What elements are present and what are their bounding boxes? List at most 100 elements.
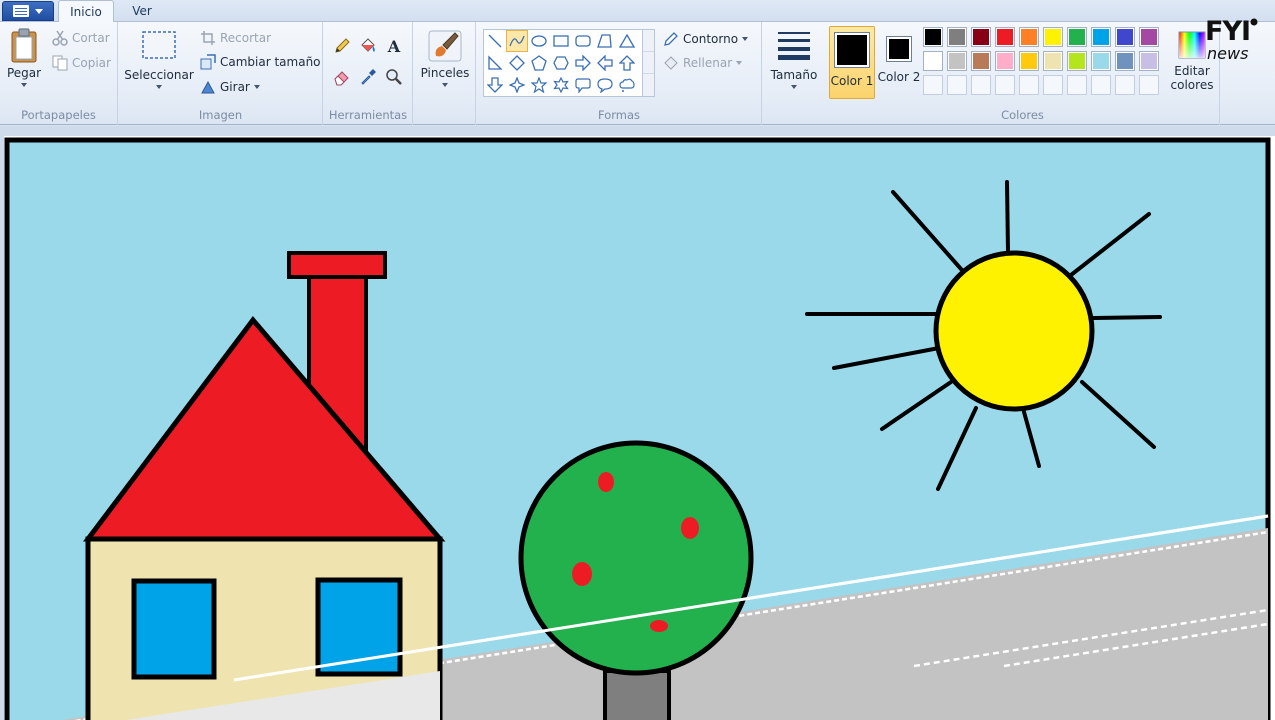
palette-swatch[interactable] <box>995 51 1015 71</box>
hexagon-icon <box>553 56 569 70</box>
right-triangle-icon <box>488 55 503 70</box>
svg-text:news: news <box>1207 44 1248 63</box>
fill-tool[interactable] <box>356 35 380 57</box>
palette-swatch[interactable] <box>923 51 943 71</box>
custom-color-slot[interactable] <box>1091 75 1111 95</box>
brushes-label: Pinceles <box>420 66 470 80</box>
magnifier-tool[interactable] <box>382 66 406 88</box>
pencil-icon <box>335 38 350 53</box>
scroll-down-arrow-icon[interactable] <box>643 52 654 74</box>
up-arrow-icon <box>619 55 635 71</box>
clipboard-icon <box>11 28 37 63</box>
color1-selector[interactable]: Color 1 <box>829 26 875 99</box>
shape-right-arrow[interactable] <box>572 52 594 74</box>
custom-color-slot[interactable] <box>1043 75 1063 95</box>
outline-brush-icon <box>664 32 678 46</box>
shape-diamond[interactable] <box>506 52 528 74</box>
size-button[interactable]: Tamaño <box>767 28 821 89</box>
rounded-callout-icon <box>575 78 591 93</box>
custom-color-slot[interactable] <box>1067 75 1087 95</box>
gallery-expand-icon[interactable] <box>643 74 654 96</box>
color-picker-tool[interactable] <box>356 66 380 88</box>
palette-swatch[interactable] <box>971 27 991 47</box>
color2-selector[interactable]: Color 2 <box>876 26 922 99</box>
tree-apple <box>598 472 614 492</box>
outline-button[interactable]: Contorno <box>663 29 749 49</box>
palette-swatch[interactable] <box>1019 51 1039 71</box>
paste-button[interactable]: Pegar <box>4 28 44 87</box>
resize-button[interactable]: Cambiar tamaño <box>200 52 321 72</box>
palette-swatch[interactable] <box>1019 27 1039 47</box>
chevron-down-icon <box>21 83 27 87</box>
cut-button[interactable]: Cortar <box>52 28 110 48</box>
shape-polygon[interactable] <box>594 30 616 52</box>
shape-oval-callout[interactable] <box>594 74 616 96</box>
palette-swatch[interactable] <box>1067 27 1087 47</box>
tab-ver[interactable]: Ver <box>122 0 162 22</box>
select-button[interactable]: Seleccionar <box>124 30 194 89</box>
shape-four-point-star[interactable] <box>506 74 528 96</box>
custom-color-slot[interactable] <box>923 75 943 95</box>
custom-color-slot[interactable] <box>1139 75 1159 95</box>
palette-swatch[interactable] <box>971 51 991 71</box>
five-point-star-icon <box>531 77 547 93</box>
paint-menu-button[interactable] <box>2 1 54 21</box>
four-point-star-icon <box>509 77 525 93</box>
tree-apple <box>572 562 592 586</box>
custom-color-slot[interactable] <box>995 75 1015 95</box>
shape-oval[interactable] <box>528 30 550 52</box>
rectangle-icon <box>553 35 569 47</box>
text-tool[interactable]: A <box>382 35 406 57</box>
color2-label: Color 2 <box>877 70 921 84</box>
shape-five-point-star[interactable] <box>528 74 550 96</box>
shape-hexagon[interactable] <box>550 52 572 74</box>
shape-rectangle[interactable] <box>550 30 572 52</box>
scroll-up-arrow-icon[interactable] <box>643 30 654 52</box>
palette-swatch[interactable] <box>1115 27 1135 47</box>
custom-color-slot[interactable] <box>971 75 991 95</box>
group-label-imagen: Imagen <box>198 108 243 122</box>
crop-button[interactable]: Recortar <box>200 28 271 48</box>
fill-button[interactable]: Rellenar <box>663 53 743 73</box>
eraser-tool[interactable] <box>330 66 354 88</box>
palette-swatch[interactable] <box>947 27 967 47</box>
crop-label: Recortar <box>220 31 272 45</box>
group-label-herramientas: Herramientas <box>328 108 408 122</box>
palette-swatch[interactable] <box>1139 51 1159 71</box>
palette-swatch[interactable] <box>1091 27 1111 47</box>
custom-color-slot[interactable] <box>1019 75 1039 95</box>
shape-pentagon[interactable] <box>528 52 550 74</box>
rotate-button[interactable]: Girar <box>200 77 260 97</box>
shape-triangle[interactable] <box>616 30 638 52</box>
shape-left-arrow[interactable] <box>594 52 616 74</box>
custom-color-slot[interactable] <box>1115 75 1135 95</box>
copy-button[interactable]: Copiar <box>52 53 111 73</box>
palette-swatch[interactable] <box>1043 27 1063 47</box>
palette-swatch[interactable] <box>1139 27 1159 47</box>
shape-cloud-callout[interactable] <box>616 74 638 96</box>
shapes-gallery <box>483 29 643 97</box>
down-arrow-icon <box>487 77 503 93</box>
brushes-button[interactable]: Pinceles <box>418 28 472 87</box>
custom-color-slot[interactable] <box>947 75 967 95</box>
palette-swatch[interactable] <box>947 51 967 71</box>
shape-right-triangle[interactable] <box>484 52 506 74</box>
palette-swatch[interactable] <box>923 27 943 47</box>
shape-curve[interactable] <box>506 30 528 52</box>
palette-swatch[interactable] <box>1067 51 1087 71</box>
shapes-gallery-scrollbar[interactable] <box>643 29 655 97</box>
palette-swatch[interactable] <box>1091 51 1111 71</box>
shape-rounded-callout[interactable] <box>572 74 594 96</box>
palette-swatch[interactable] <box>1043 51 1063 71</box>
shape-down-arrow[interactable] <box>484 74 506 96</box>
shape-six-point-star[interactable] <box>550 74 572 96</box>
shape-line[interactable] <box>484 30 506 52</box>
shape-up-arrow[interactable] <box>616 52 638 74</box>
tab-inicio[interactable]: Inicio <box>58 0 114 23</box>
pencil-tool[interactable] <box>330 35 354 57</box>
color-picker-icon <box>361 69 376 85</box>
palette-swatch[interactable] <box>995 27 1015 47</box>
drawing-canvas[interactable] <box>4 136 1275 720</box>
palette-swatch[interactable] <box>1115 51 1135 71</box>
shape-rounded-rectangle[interactable] <box>572 30 594 52</box>
